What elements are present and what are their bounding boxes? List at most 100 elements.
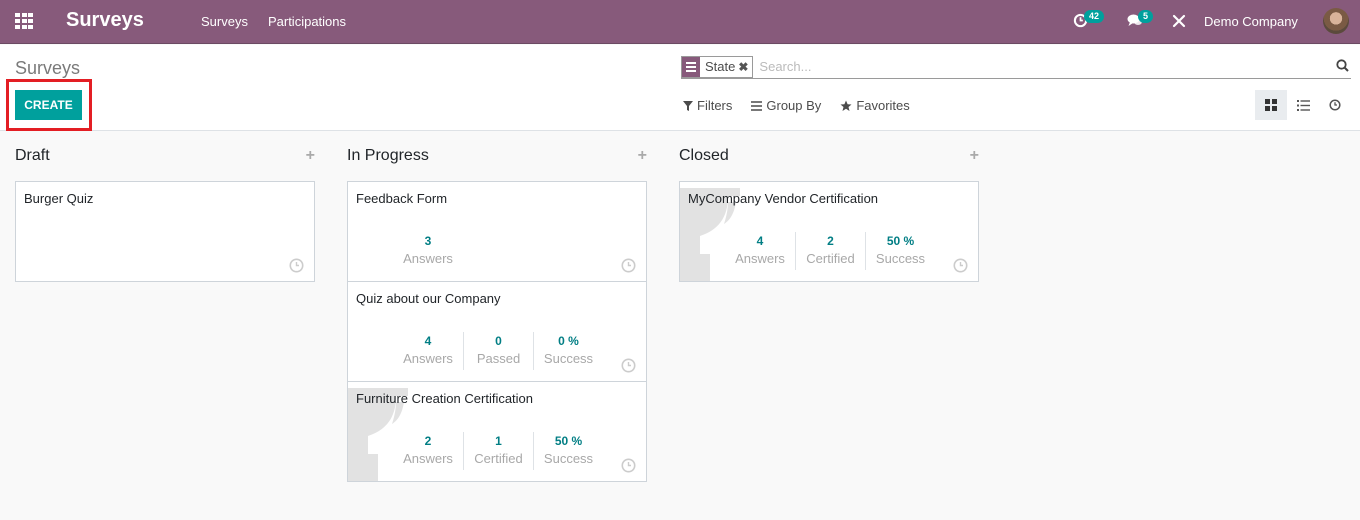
kanban-card[interactable]: Burger Quiz <box>15 181 315 282</box>
filter-icon <box>683 100 693 111</box>
search-options: Filters Group By Favorites <box>683 98 910 113</box>
kanban-grid-icon <box>1265 99 1277 111</box>
create-button[interactable]: CREATE <box>15 90 82 120</box>
column-title: Draft <box>15 147 50 164</box>
menu-surveys[interactable]: Surveys <box>201 14 248 29</box>
list-icon <box>1296 99 1310 111</box>
stat-value: 1 <box>495 434 502 448</box>
control-panel: Surveys CREATE State ✖ Filters Group By … <box>0 45 1360 131</box>
stat-value: 0 % <box>558 334 579 348</box>
group-by-facet-icon <box>682 56 700 77</box>
stat-certified[interactable]: 1 Certified <box>463 432 533 470</box>
list-view-button[interactable] <box>1287 90 1319 120</box>
stat-answers[interactable]: 4 Answers <box>725 232 795 270</box>
stat-value: 0 <box>495 334 502 348</box>
favorites-label: Favorites <box>856 98 910 113</box>
activity-count-badge: 42 <box>1084 10 1105 23</box>
card-stats: 4 Answers 0 Passed 0 % Success <box>393 332 603 370</box>
stat-label: Certified <box>474 451 523 466</box>
messaging-menu[interactable]: 5 <box>1127 10 1154 28</box>
card-title: Quiz about our Company <box>356 291 501 306</box>
column-title: In Progress <box>347 147 429 164</box>
card-title: Burger Quiz <box>24 191 94 206</box>
card-title: Furniture Creation Certification <box>356 391 534 406</box>
favorites-button[interactable]: Favorites <box>840 98 910 113</box>
top-navbar: Surveys Surveys Participations 42 5 Demo… <box>0 0 1360 44</box>
stat-passed[interactable]: 0 Passed <box>463 332 533 370</box>
message-count-badge: 5 <box>1138 10 1154 23</box>
main-menu: Surveys Participations <box>201 14 346 29</box>
app-title[interactable]: Surveys <box>66 9 144 32</box>
stat-label: Passed <box>476 351 521 366</box>
stat-label: Success <box>543 451 594 466</box>
facet-label: State <box>705 59 736 74</box>
tools-icon <box>1172 14 1186 28</box>
activity-clock-icon[interactable] <box>621 258 636 273</box>
column-header: In Progress + <box>347 131 647 181</box>
kanban-column-draft: Draft + Burger Quiz <box>15 131 315 282</box>
stat-label: Answers <box>735 251 785 266</box>
activity-view-button[interactable] <box>1319 90 1351 120</box>
stat-label: Answers <box>403 251 453 266</box>
kanban-card[interactable]: Feedback Form 3 Answers <box>347 181 647 282</box>
apps-menu-icon[interactable] <box>15 13 33 29</box>
card-stats: 3 Answers <box>393 232 463 270</box>
menu-participations[interactable]: Participations <box>268 14 346 29</box>
debug-tools-menu[interactable] <box>1172 14 1186 28</box>
filters-button[interactable]: Filters <box>683 98 732 113</box>
stat-label: Success <box>875 251 926 266</box>
stat-value: 2 <box>424 434 432 448</box>
column-header: Closed + <box>679 131 979 181</box>
card-stats: 2 Answers 1 Certified 50 % Success <box>393 432 603 470</box>
search-facet-state[interactable]: State ✖ <box>681 55 754 78</box>
star-icon <box>840 100 852 111</box>
group-by-button[interactable]: Group By <box>751 98 821 113</box>
stat-certified[interactable]: 2 Certified <box>795 232 865 270</box>
kanban-card[interactable]: Quiz about our Company 4 Answers 0 Passe… <box>347 281 647 382</box>
kanban-view-button[interactable] <box>1255 90 1287 120</box>
company-switcher[interactable]: Demo Company <box>1204 14 1298 29</box>
stat-success: 50 % Success <box>533 432 603 470</box>
stat-value: 50 % <box>554 434 583 448</box>
stat-answers[interactable]: 3 Answers <box>393 232 463 270</box>
activity-clock-icon[interactable] <box>289 258 304 273</box>
bars-icon <box>751 100 763 111</box>
stat-answers[interactable]: 2 Answers <box>393 432 463 470</box>
card-title: MyCompany Vendor Certification <box>688 191 879 206</box>
stat-label: Certified <box>806 251 855 266</box>
breadcrumb: Surveys <box>15 58 81 78</box>
group-by-label: Group By <box>766 98 822 113</box>
quick-create-plus-icon[interactable]: + <box>306 147 315 165</box>
search-bar: State ✖ <box>681 55 1351 79</box>
kanban-column-closed: Closed + MyCompany Vendor Certification … <box>679 131 979 282</box>
stat-value: 4 <box>756 234 764 248</box>
search-input[interactable] <box>759 59 1351 74</box>
stat-value: 50 % <box>886 234 915 248</box>
stat-value: 3 <box>424 234 432 248</box>
activity-clock-icon[interactable] <box>621 358 636 373</box>
stat-success: 0 % Success <box>533 332 603 370</box>
stat-value: 4 <box>424 334 432 348</box>
kanban-column-in-progress: In Progress + Feedback Form 3 Answers Qu… <box>347 131 647 482</box>
stat-label: Answers <box>403 351 453 366</box>
activity-clock-icon[interactable] <box>621 458 636 473</box>
filters-label: Filters <box>697 98 733 113</box>
search-icon[interactable] <box>1336 59 1349 72</box>
user-avatar[interactable] <box>1323 8 1349 34</box>
stat-answers[interactable]: 4 Answers <box>393 332 463 370</box>
stat-label: Success <box>543 351 594 366</box>
card-title: Feedback Form <box>356 191 448 206</box>
quick-create-plus-icon[interactable]: + <box>970 147 979 165</box>
activity-menu[interactable]: 42 <box>1073 10 1105 28</box>
column-header: Draft + <box>15 131 315 181</box>
kanban-card[interactable]: MyCompany Vendor Certification 4 Answers… <box>679 181 979 282</box>
kanban-card[interactable]: Furniture Creation Certification 2 Answe… <box>347 381 647 482</box>
stat-success: 50 % Success <box>865 232 935 270</box>
column-title: Closed <box>679 147 729 164</box>
kanban-board: Draft + Burger Quiz In Progress + Feedba… <box>0 131 1360 520</box>
facet-remove-icon[interactable]: ✖ <box>738 60 752 74</box>
activity-clock-icon[interactable] <box>953 258 968 273</box>
quick-create-plus-icon[interactable]: + <box>638 147 647 165</box>
clock-icon <box>1329 99 1341 111</box>
stat-label: Answers <box>403 451 453 466</box>
